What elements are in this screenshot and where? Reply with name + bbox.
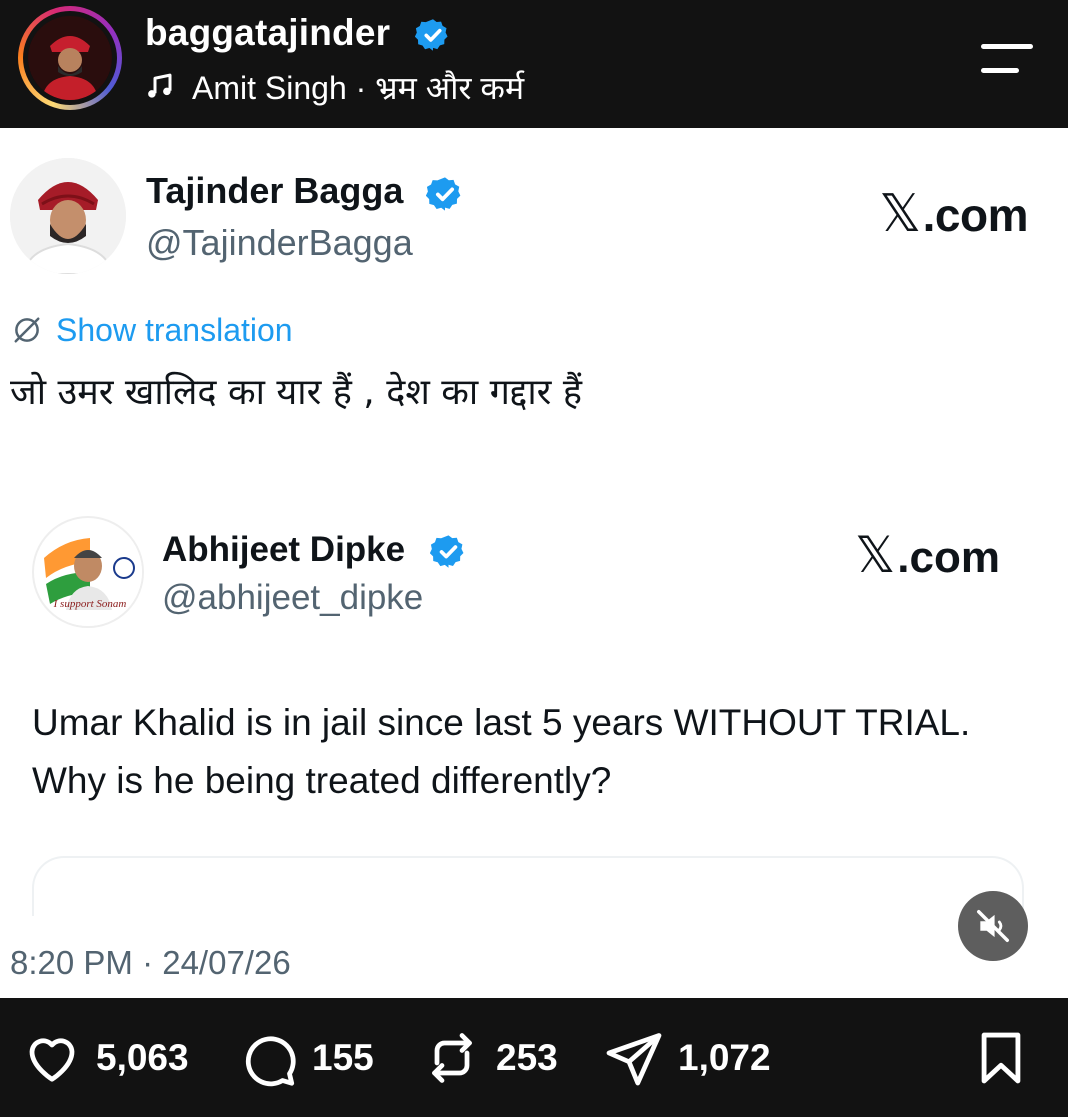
avatar-caption: I support Sonam: [53, 598, 127, 610]
quoted-author-avatar[interactable]: I support Sonam: [32, 516, 144, 628]
like-button[interactable]: 5,063: [22, 1028, 189, 1088]
like-count: 5,063: [96, 1037, 189, 1078]
quoted-author-handle[interactable]: @abhijeet_dipke: [162, 578, 423, 618]
quoted-tweet-body: Umar Khalid is in jail since last 5 year…: [32, 702, 971, 801]
mute-toggle-button[interactable]: [958, 891, 1028, 961]
tweet-author-name[interactable]: Tajinder Bagga: [146, 170, 403, 212]
story-ring[interactable]: [18, 6, 122, 110]
x-logo-icon: 𝕏: [879, 185, 921, 243]
show-translation-link[interactable]: Show translation: [12, 310, 293, 350]
quoted-author-name[interactable]: Abhijeet Dipke: [162, 530, 405, 570]
send-icon: [606, 1033, 662, 1086]
heart-icon: [29, 1038, 75, 1082]
share-button[interactable]: 1,072: [604, 1028, 771, 1088]
verified-badge-icon: [415, 19, 448, 51]
reel-header: baggatajinder Amit Singh · भ्रम और कर्म: [0, 0, 1068, 128]
repost-button[interactable]: 253: [422, 1028, 558, 1088]
x-domain-text: .com: [922, 189, 1029, 241]
x-logo-icon: 𝕏: [855, 527, 896, 583]
repost-count: 253: [496, 1037, 558, 1078]
tweet-timestamp: 8:20 PM · 24/07/26: [10, 944, 291, 981]
repost-icon: [432, 1033, 472, 1083]
x-logo-label: 𝕏.com: [855, 526, 1000, 584]
audio-track-label[interactable]: Amit Singh · भ्रम और कर्म: [192, 66, 524, 109]
hamburger-menu-icon[interactable]: [977, 42, 1035, 76]
embedded-card-edge: [32, 856, 1024, 916]
x-logo-label: 𝕏.com: [879, 184, 1028, 244]
tweet-body: जो उमर खालिद का यार हैं , देश का गद्दार …: [10, 372, 582, 413]
x-domain-text: .com: [897, 533, 1000, 582]
comment-count: 155: [312, 1037, 374, 1078]
reel-action-bar: 5,063 155 253 1,072: [0, 998, 1068, 1117]
music-note-icon: [148, 73, 172, 98]
share-count: 1,072: [678, 1037, 771, 1078]
profile-username[interactable]: baggatajinder: [145, 12, 390, 54]
bookmark-icon[interactable]: [972, 1028, 1030, 1088]
verified-badge-icon: [430, 535, 464, 568]
profile-avatar[interactable]: [28, 16, 112, 100]
comment-bubble-icon: [245, 1036, 296, 1087]
person-avatar-icon: [36, 520, 142, 626]
tweet-author-avatar[interactable]: [10, 158, 126, 274]
verified-badge-icon: [426, 177, 461, 211]
tweet-author-handle[interactable]: @TajinderBagga: [146, 222, 413, 264]
translate-globe-icon: [14, 317, 40, 343]
comment-button[interactable]: 155: [238, 1028, 374, 1088]
speaker-muted-icon: [977, 910, 1009, 942]
person-avatar-icon: [28, 16, 112, 100]
show-translation-label[interactable]: Show translation: [56, 312, 293, 349]
person-avatar-icon: [10, 158, 126, 274]
